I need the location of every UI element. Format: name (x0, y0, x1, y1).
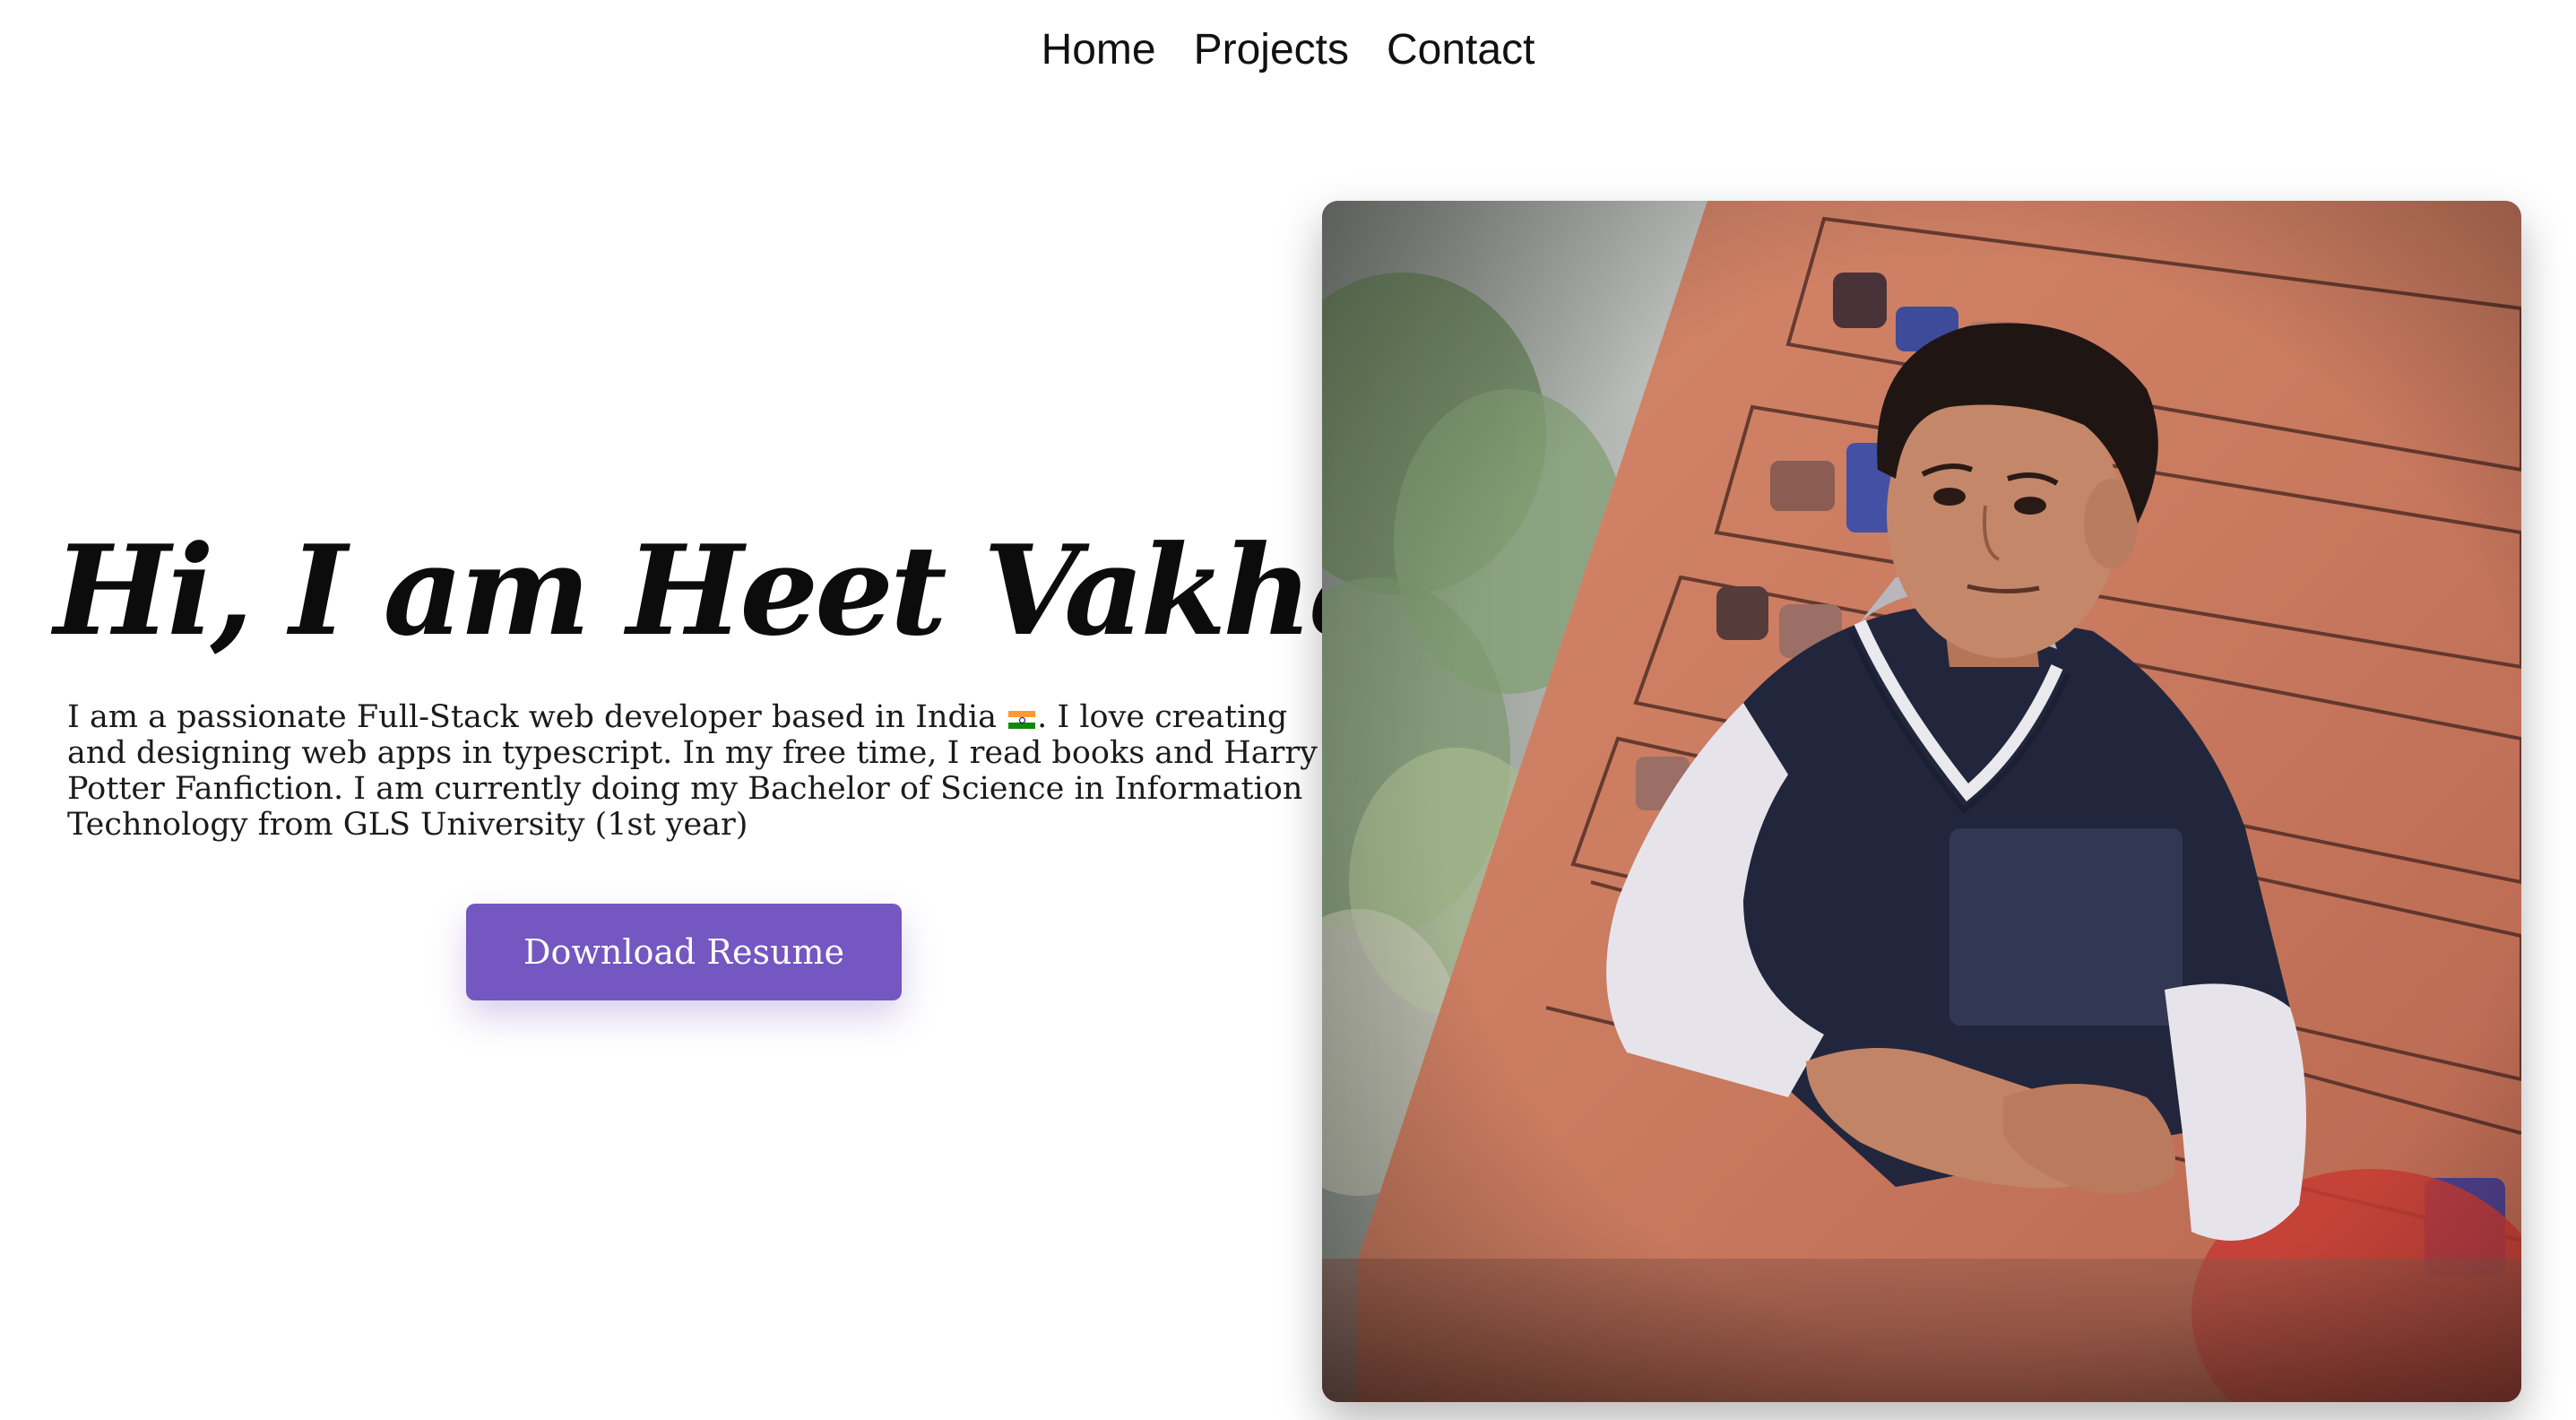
nav-link-projects[interactable]: Projects (1194, 29, 1349, 72)
profile-photo-illustration (1322, 201, 2521, 1402)
download-resume-button[interactable]: Download Resume (466, 904, 902, 1000)
nav-link-contact[interactable]: Contact (1387, 29, 1534, 72)
profile-photo (1322, 201, 2521, 1402)
nav-link-home[interactable]: Home (1042, 29, 1156, 72)
india-flag-icon (1008, 711, 1036, 729)
intro-text-part-1: I am a passionate Full-Stack web develop… (67, 699, 1007, 735)
hero-heading: Hi, I am Heet Vakharia (54, 517, 1570, 663)
hero-intro-text: I am a passionate Full-Stack web develop… (67, 699, 1322, 843)
top-navigation: Home Projects Contact (0, 0, 2576, 100)
